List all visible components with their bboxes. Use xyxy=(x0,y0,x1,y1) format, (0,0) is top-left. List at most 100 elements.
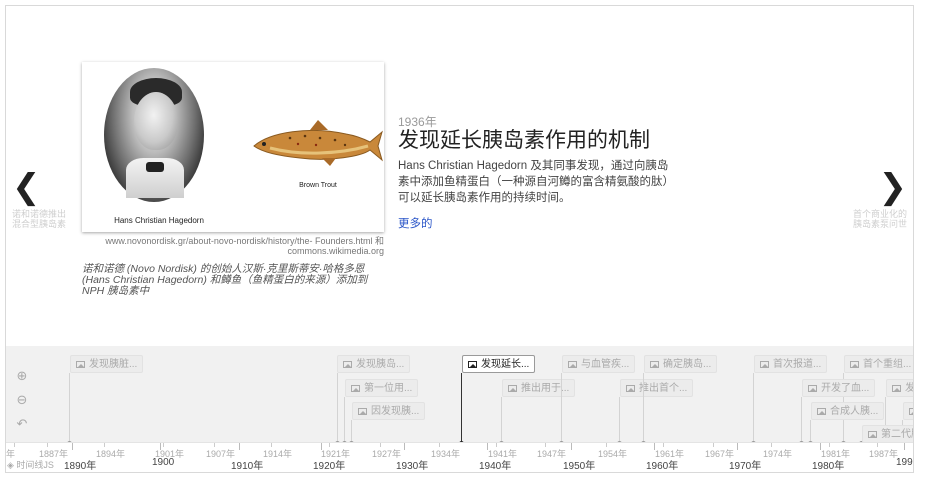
event-marker-line xyxy=(69,373,70,442)
event-flag-label: 因发现胰... xyxy=(371,406,420,417)
minor-tick-label: 1987年 xyxy=(869,449,899,459)
event-flag[interactable]: 因发现胰... xyxy=(352,402,426,420)
major-tick xyxy=(654,443,655,450)
event-flag[interactable]: 发现... xyxy=(886,379,913,397)
slide-body: Hans Christian Hagedorn 及其同事发现，通过向胰岛素中添加… xyxy=(398,160,674,204)
event-flag[interactable]: 推出首个... xyxy=(620,379,694,397)
minor-tick-label: 1894年 xyxy=(96,449,126,459)
major-tick-label: 1950年 xyxy=(563,461,596,472)
major-tick-label: 1930年 xyxy=(396,461,429,472)
event-flag-label: 首个重组... xyxy=(863,359,912,370)
media-caption: 诺和诺德 (Novo Nordisk) 的创始人汉斯·克里斯蒂安·哈格多恩 (H… xyxy=(82,263,368,297)
fish-caption: Brown Trout xyxy=(299,182,337,189)
event-flag[interactable]: 发现胰脏... xyxy=(70,355,144,373)
event-flag[interactable]: 首个重组... xyxy=(844,355,913,373)
major-tick-label: 1920年 xyxy=(313,461,346,472)
next-slide-arrow-icon[interactable]: ❯ xyxy=(879,170,908,204)
major-tick xyxy=(487,443,488,450)
back-to-start-icon[interactable]: ↶ xyxy=(15,417,29,431)
slide-image: Hans Christian Hagedorn Brown Trout xyxy=(82,62,384,232)
image-icon xyxy=(626,385,635,392)
portrait-face xyxy=(134,92,178,150)
major-tick xyxy=(404,443,405,450)
event-flag[interactable]: 确定胰岛... xyxy=(644,355,718,373)
major-tick xyxy=(160,443,161,450)
event-flag[interactable]: 推出用于... xyxy=(502,379,576,397)
next-slide-hint[interactable]: 首个商业化的胰岛素泵问世 xyxy=(847,209,907,229)
event-marker-line xyxy=(561,373,562,442)
major-tick xyxy=(571,443,572,450)
event-marker-line xyxy=(643,373,644,442)
event-marker-line xyxy=(501,397,502,442)
event-flag-label: 发现胰岛... xyxy=(356,359,405,370)
image-icon xyxy=(808,385,817,392)
event-flag[interactable]: 开发了血... xyxy=(802,379,876,397)
event-marker-line xyxy=(801,397,802,442)
event-flag-label: 发现... xyxy=(905,383,913,394)
slide-text: 1936年 发现延长胰岛素作用的机制 Hans Christian Hagedo… xyxy=(398,116,678,232)
image-icon xyxy=(909,408,913,415)
previous-slide-hint[interactable]: 诺和诺德推出混合型胰岛素 xyxy=(12,209,72,229)
event-flag[interactable]: 第二代胰... xyxy=(862,425,913,443)
major-tick-label: 1890年 xyxy=(64,461,97,472)
event-marker-line xyxy=(461,373,462,442)
event-flag-label: 第二代胰... xyxy=(881,429,913,440)
image-icon xyxy=(817,408,826,415)
timeline-navigator[interactable]: ⊕ ⊖ ↶ 发现胰脏... 发现胰岛... 第一位用... 因发现胰... 发现延长..… xyxy=(6,346,913,472)
major-tick xyxy=(904,443,905,450)
media-credit-line-1: www.novonordisk.gr/about-novo-nordisk/hi… xyxy=(105,236,384,246)
image-icon xyxy=(868,431,877,438)
image-icon xyxy=(508,385,517,392)
portrait-caption: Hans Christian Hagedorn xyxy=(114,216,204,225)
time-axis: 年 1887年 1894年 1901年 1907年 1914年 1921年 1927年 1934… xyxy=(6,442,913,472)
image-icon xyxy=(850,361,859,368)
major-tick-label: 1910年 xyxy=(231,461,264,472)
major-tick xyxy=(239,443,240,450)
event-flag[interactable]: 与血管疾... xyxy=(562,355,636,373)
event-marker-line xyxy=(351,420,352,442)
previous-slide-arrow-icon[interactable]: ❮ xyxy=(12,170,41,204)
zoom-out-icon[interactable]: ⊖ xyxy=(15,393,29,407)
image-icon xyxy=(343,361,352,368)
event-marker-line xyxy=(344,397,345,442)
event-flag[interactable]: 首次报道... xyxy=(754,355,828,373)
image-icon xyxy=(351,385,360,392)
slide-date: 1936年 xyxy=(398,115,437,129)
major-tick-label: 1980年 xyxy=(812,461,845,472)
event-flag[interactable]: 合成人胰... xyxy=(811,402,885,420)
image-icon xyxy=(650,361,659,368)
major-tick-label: 1970年 xyxy=(729,461,762,472)
zoom-in-icon[interactable]: ⊕ xyxy=(15,369,29,383)
major-tick xyxy=(321,443,322,450)
major-tick xyxy=(737,443,738,450)
minor-tick-label: 1954年 xyxy=(598,449,628,459)
event-flag-label: 发现胰脏... xyxy=(89,359,138,370)
brown-trout-image xyxy=(253,120,383,166)
image-icon xyxy=(358,408,367,415)
image-icon xyxy=(892,385,901,392)
event-flag-label: 推出用于... xyxy=(521,383,570,394)
event-marker-line xyxy=(619,397,620,442)
event-flag[interactable]: 第一位用... xyxy=(345,379,419,397)
event-flag-label: 合成人胰... xyxy=(830,406,879,417)
event-flag-label: 与血管疾... xyxy=(581,359,630,370)
media-credit: www.novonordisk.gr/about-novo-nordisk/hi… xyxy=(82,236,384,256)
read-more-link[interactable]: 更多的 xyxy=(398,215,433,231)
story-slider: ❮ 诺和诺德推出混合型胰岛素 ❯ 首个商业化的胰岛素泵问世 Hans Chris… xyxy=(6,6,913,346)
media-credit-line-2: commons.wikimedia.org xyxy=(287,246,384,256)
image-icon xyxy=(568,361,577,368)
minor-tick-label: 1934年 xyxy=(431,449,461,459)
event-flag[interactable]: 发现胰岛... xyxy=(337,355,411,373)
slide-title: 发现延长胰岛素作用的机制 xyxy=(398,129,650,152)
event-flag[interactable]: ... xyxy=(903,402,913,420)
minor-tick-label: 1974年 xyxy=(763,449,793,459)
event-flag-label: 首次报道... xyxy=(773,359,822,370)
major-tick-label: 1900 xyxy=(152,457,175,468)
minor-tick-label: 1947年 xyxy=(537,449,567,459)
event-flag-active[interactable]: 发现延长... xyxy=(462,355,536,373)
event-flag-label: 确定胰岛... xyxy=(663,359,712,370)
event-flag-label: 发现延长... xyxy=(481,359,530,370)
timelinejs-brand[interactable]: ◈ 时间线JS xyxy=(7,458,54,471)
major-tick-label: 1990 xyxy=(896,457,913,468)
major-tick-label: 1940年 xyxy=(479,461,512,472)
